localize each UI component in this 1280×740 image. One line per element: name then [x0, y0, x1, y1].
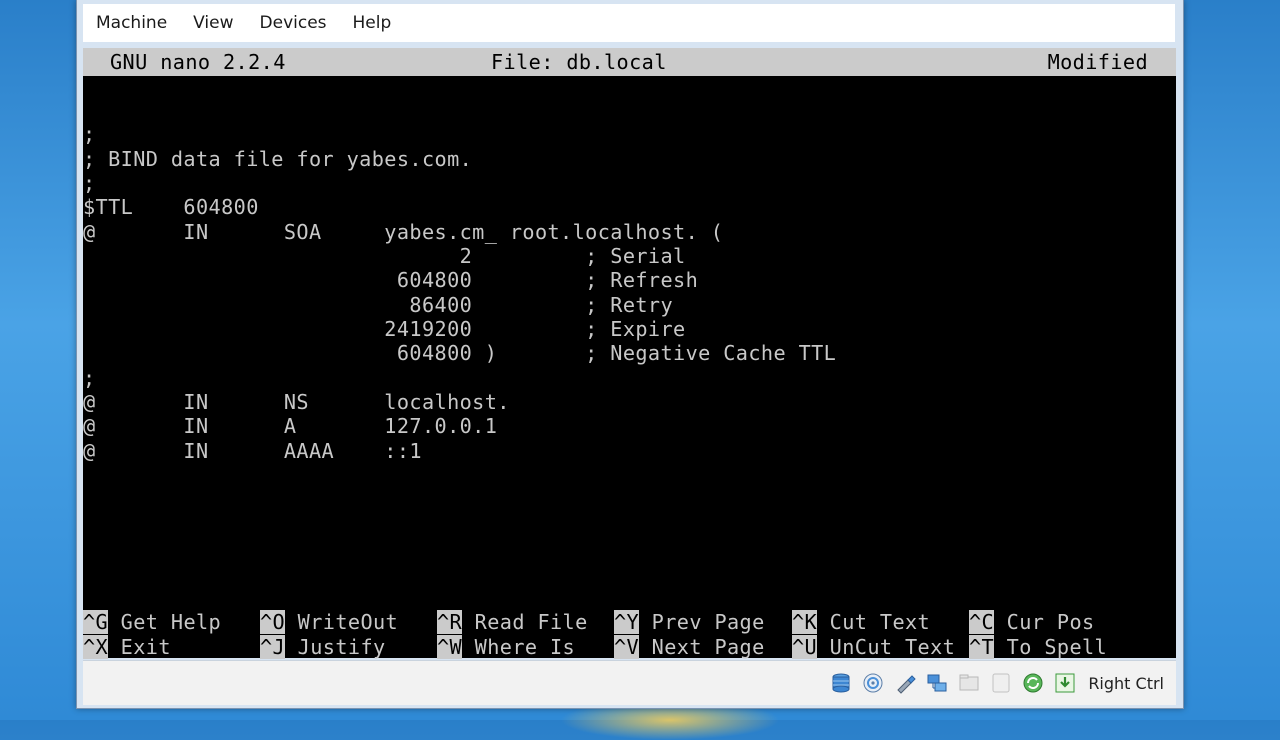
shortcut-label: Read File: [474, 610, 588, 634]
editor-line: ;: [83, 365, 96, 390]
editor-line: 86400 ; Retry: [83, 292, 674, 317]
shortcut-get-help[interactable]: ^G Get Help: [83, 610, 221, 635]
shortcut-to-spell[interactable]: ^T To Spell: [969, 634, 1108, 660]
shortcut-key: ^Y: [614, 610, 640, 634]
shortcut-key: ^W: [437, 634, 463, 659]
editor-line: @ IN NS localhost.: [83, 390, 510, 415]
nano-title-bar: GNU nano 2.2.4 File: db.local Modified: [83, 48, 1176, 76]
shortcut-next-page[interactable]: ^V Next Page: [614, 634, 765, 660]
status-icon-tray: Right Ctrl: [828, 670, 1164, 696]
shortcut-justify[interactable]: ^J Justify: [260, 634, 386, 660]
hard-disk-icon[interactable]: [828, 670, 854, 696]
nano-shortcut-bar: ^G Get Help ^O WriteOut ^R Read File ^Y …: [83, 610, 1176, 659]
shortcut-cur-pos[interactable]: ^C Cur Pos: [969, 610, 1095, 635]
editor-line: 604800 ; Refresh: [83, 268, 699, 293]
editor-line: 604800 ) ; Negative Cache TTL: [83, 341, 837, 366]
vm-status-bar: Right Ctrl: [83, 660, 1176, 705]
editor-line: $TTL 604800: [83, 195, 259, 220]
shortcut-key: ^K: [792, 610, 818, 634]
shortcut-key: ^C: [969, 610, 995, 634]
editor-line: 2419200 ; Expire: [83, 317, 686, 342]
network-icon[interactable]: [924, 670, 950, 696]
shortcut-label: WriteOut: [297, 610, 399, 634]
shortcut-label: Cur Pos: [1006, 610, 1095, 634]
shortcut-key: ^U: [792, 634, 818, 659]
usb-icon[interactable]: [892, 670, 918, 696]
shortcut-label: Exit: [120, 634, 171, 659]
terminal-screen[interactable]: GNU nano 2.2.4 File: db.local Modified ;…: [83, 48, 1176, 659]
editor-line: @ IN A 127.0.0.1: [83, 414, 498, 439]
shortcut-read-file[interactable]: ^R Read File: [437, 610, 588, 635]
host-key-label: Right Ctrl: [1088, 673, 1164, 693]
shortcut-key: ^G: [83, 610, 109, 634]
shared-folders-icon[interactable]: [956, 670, 982, 696]
shortcut-label: UnCut Text: [829, 634, 956, 659]
nano-version: GNU nano 2.2.4: [110, 50, 286, 74]
shortcut-row-2: ^X Exit ^J Justify ^W Where Is ^V Next P…: [83, 634, 1176, 660]
virtualbox-window: Machine View Devices Help GNU nano 2.2.4…: [76, 0, 1184, 709]
shortcut-exit[interactable]: ^X Exit: [83, 634, 171, 660]
shortcut-row-1: ^G Get Help ^O WriteOut ^R Read File ^Y …: [83, 610, 1176, 635]
editor-line: 2 ; Serial: [83, 244, 686, 269]
shortcut-label: Get Help: [120, 610, 222, 634]
shortcut-label: Cut Text: [829, 610, 931, 634]
shortcut-label: Next Page: [651, 634, 765, 659]
nano-file-name: File: db.local: [491, 50, 667, 74]
display-icon[interactable]: [988, 670, 1014, 696]
shortcut-where-is[interactable]: ^W Where Is: [437, 634, 576, 660]
optical-drive-icon[interactable]: [860, 670, 886, 696]
shortcut-label: Prev Page: [651, 610, 765, 634]
shortcut-prev-page[interactable]: ^Y Prev Page: [614, 610, 765, 635]
shortcut-uncut-text[interactable]: ^U UnCut Text: [792, 634, 956, 660]
menu-help[interactable]: Help: [340, 4, 405, 42]
nano-modified-status: Modified: [1047, 50, 1148, 74]
mouse-integration-icon[interactable]: [1052, 670, 1078, 696]
editor-line: ;: [83, 171, 96, 196]
virtualization-icon[interactable]: [1020, 670, 1046, 696]
menu-machine[interactable]: Machine: [83, 4, 180, 42]
shortcut-writeout[interactable]: ^O WriteOut: [260, 610, 398, 635]
shortcut-key: ^T: [969, 634, 995, 659]
shortcut-key: ^X: [83, 634, 109, 659]
shortcut-key: ^R: [437, 610, 463, 634]
shortcut-label: Justify: [297, 634, 386, 659]
shortcut-key: ^J: [260, 634, 286, 659]
menu-view[interactable]: View: [180, 4, 246, 42]
shortcut-key: ^O: [260, 610, 286, 634]
shortcut-cut-text[interactable]: ^K Cut Text: [792, 610, 930, 635]
editor-line: @ IN AAAA ::1: [83, 438, 422, 463]
editor-line: ;: [83, 122, 96, 147]
editor-buffer[interactable]: ; ; BIND data file for yabes.com. ; $TTL…: [83, 98, 836, 463]
shortcut-label: To Spell: [1006, 634, 1108, 659]
menu-devices[interactable]: Devices: [247, 4, 340, 42]
menu-bar: Machine View Devices Help: [83, 4, 1175, 42]
shortcut-label: Where Is: [474, 634, 576, 659]
shortcut-key: ^V: [614, 634, 640, 659]
editor-line-cursor: @ IN SOA yabes.cm_ root.localhost. (: [83, 219, 724, 244]
editor-line: ; BIND data file for yabes.com.: [83, 146, 473, 171]
